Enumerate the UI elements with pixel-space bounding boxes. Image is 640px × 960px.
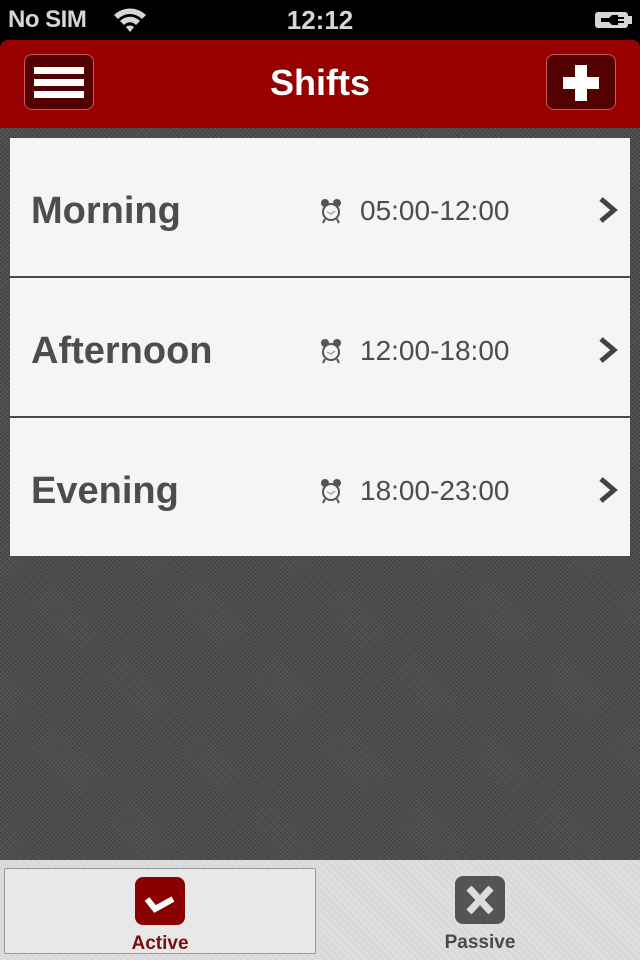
tab-label: Passive: [444, 932, 516, 953]
alarm-clock-icon: [321, 479, 341, 504]
page-title: Shifts: [269, 62, 370, 103]
alarm-clock-icon: [321, 339, 341, 364]
chevron-right-icon: [599, 337, 618, 363]
shift-list: Morning 05:00-12:00 Afternoon 12:00-18:0…: [10, 138, 630, 556]
shift-row-afternoon[interactable]: Afternoon 12:00-18:00: [10, 276, 630, 416]
tab-passive[interactable]: Passive: [324, 868, 636, 954]
tab-bar: Active Passive: [0, 860, 640, 960]
clock: 12:12: [286, 5, 354, 35]
battery-charging-icon: [595, 12, 632, 28]
shift-time: 18:00-23:00: [360, 475, 510, 506]
plus-icon: [563, 65, 599, 101]
alarm-clock-icon: [321, 199, 341, 224]
chevron-right-icon: [599, 197, 618, 223]
checkmark-icon: [135, 877, 185, 925]
navigation-bar: Shifts: [0, 40, 640, 128]
tab-active[interactable]: Active: [4, 868, 316, 954]
chevron-right-icon: [599, 477, 618, 503]
tab-label: Active: [131, 933, 189, 954]
shift-time: 05:00-12:00: [360, 195, 510, 226]
add-shift-button[interactable]: [546, 54, 616, 110]
shift-time: 12:00-18:00: [360, 335, 510, 366]
screen: Shifts Morning 05:00-12:00 Afternoon 12:…: [0, 40, 640, 960]
shift-row-morning[interactable]: Morning 05:00-12:00: [10, 138, 630, 276]
shift-name: Afternoon: [31, 330, 213, 372]
shift-name: Evening: [31, 470, 179, 512]
shift-row-evening[interactable]: Evening 18:00-23:00: [10, 416, 630, 556]
shift-name: Morning: [31, 190, 181, 232]
x-icon: [455, 876, 505, 924]
status-bar: No SIM 12:12: [0, 0, 640, 40]
